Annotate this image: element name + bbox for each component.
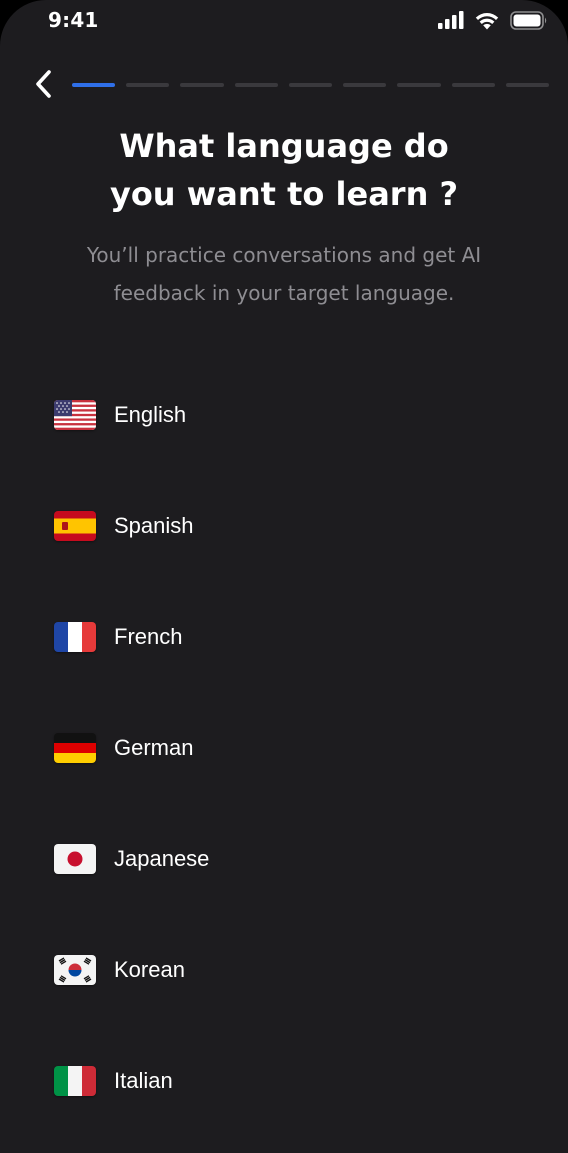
language-label: Korean [114,957,185,982]
page-title-line-2: you want to learn ? [109,175,459,213]
page-subtitle-line-2: feedback in your target language. [113,281,455,305]
language-label: Japanese [114,846,210,871]
progress-step-pending [397,83,441,87]
page-subtitle-line-1: You’ll practice conversations and get AI [86,243,482,267]
language-label: French [114,624,183,649]
us-flag-icon [54,400,96,430]
language-option-english[interactable]: English [0,360,568,471]
japan-flag-icon [54,844,96,874]
onboarding-progress-bar [72,83,549,87]
progress-step-pending [505,83,549,87]
page-title: What language do you want to learn ? [40,122,528,218]
language-label: German [114,735,194,760]
language-list: English Spanish French German Japanese K… [0,360,568,1137]
france-flag-icon [54,622,96,652]
korea-flag-icon [54,955,96,985]
language-label: Spanish [114,513,194,538]
spain-flag-icon [54,511,96,541]
back-button[interactable] [26,66,62,106]
page-subtitle: You’ll practice conversations and get AI… [40,236,528,312]
progress-step-pending [343,83,387,87]
language-option-spanish[interactable]: Spanish [0,471,568,582]
battery-icon [510,10,548,30]
language-label: English [114,402,187,427]
language-option-japanese[interactable]: Japanese [0,804,568,915]
italy-flag-icon [54,1066,96,1096]
progress-step-pending [126,83,170,87]
language-option-french[interactable]: French [0,582,568,693]
status-icons [438,10,548,30]
language-label: Italian [114,1068,173,1093]
language-option-korean[interactable]: Korean [0,915,568,1026]
progress-step-pending [180,83,224,87]
app-screen: 9:41 What language do you want to learn … [0,0,568,1153]
signal-icon [438,11,464,29]
germany-flag-icon [54,733,96,763]
status-time: 9:41 [48,8,99,32]
page-title-line-1: What language do [119,127,449,165]
progress-step-pending [234,83,278,87]
language-option-german[interactable]: German [0,693,568,804]
progress-step-complete [72,83,116,87]
progress-step-pending [288,83,333,87]
chevron-left-icon [34,69,54,103]
language-option-italian[interactable]: Italian [0,1026,568,1137]
status-bar: 9:41 [0,0,568,44]
progress-step-pending [451,83,495,87]
wifi-icon [474,11,500,30]
